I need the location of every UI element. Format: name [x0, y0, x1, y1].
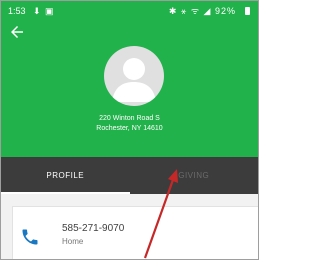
annotation-arrow	[143, 169, 178, 259]
